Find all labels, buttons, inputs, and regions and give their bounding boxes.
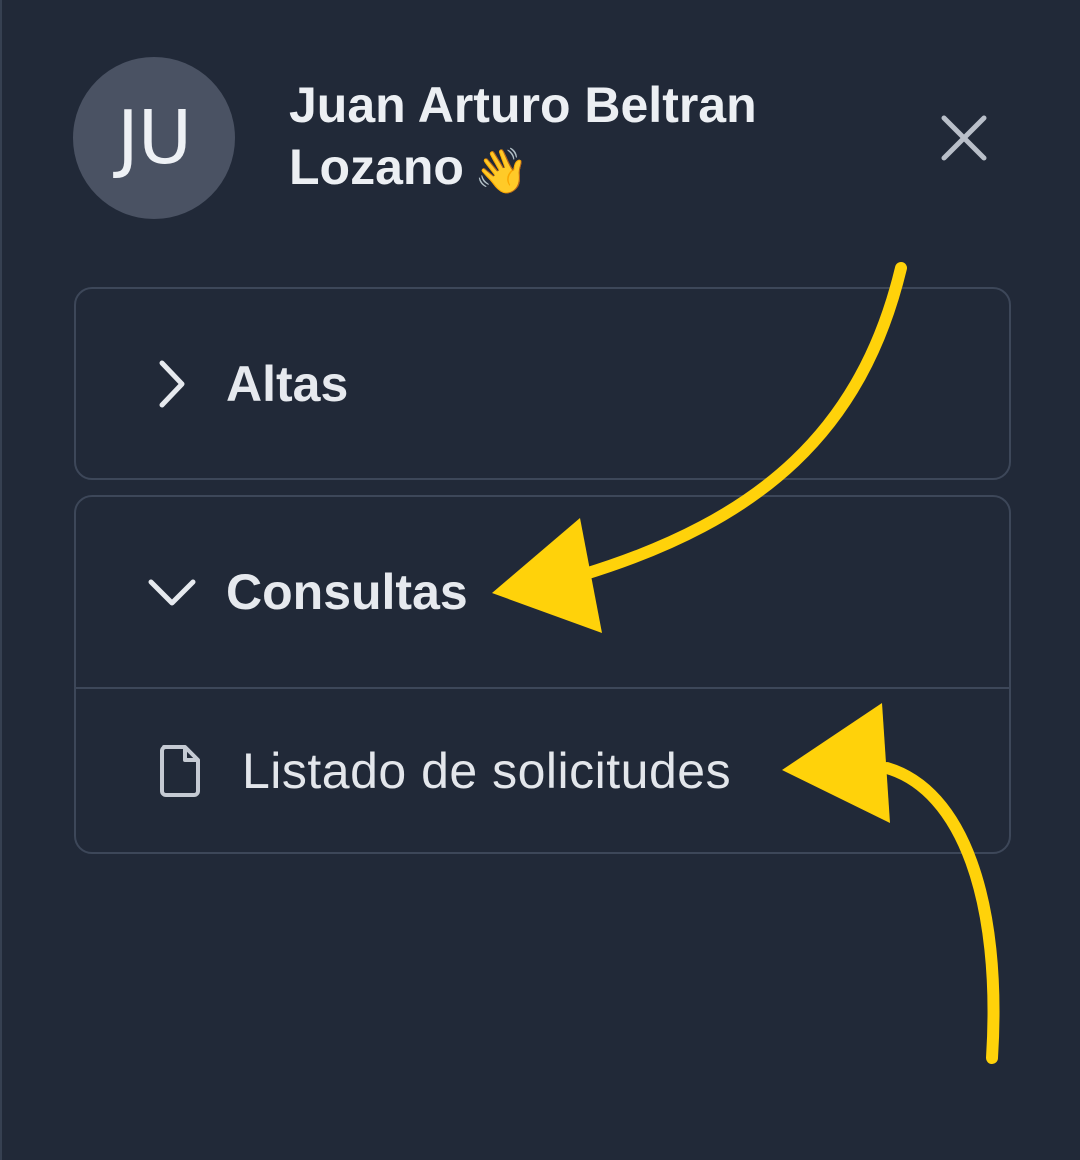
avatar: JU bbox=[73, 57, 235, 219]
menu-section-altas-header[interactable]: Altas bbox=[76, 289, 1009, 478]
close-icon bbox=[941, 115, 987, 161]
waving-hand-icon: 👋 bbox=[473, 147, 529, 196]
chevron-down-icon bbox=[144, 564, 200, 620]
document-icon bbox=[156, 743, 204, 799]
menu-section-label: Consultas bbox=[226, 564, 468, 620]
chevron-right-icon bbox=[144, 356, 200, 412]
user-name-line1: Juan Arturo Beltran bbox=[289, 77, 757, 133]
menu-section-consultas-header[interactable]: Consultas bbox=[76, 497, 1009, 689]
avatar-initials: JU bbox=[117, 95, 192, 181]
navigation-drawer: JU Juan Arturo Beltran Lozano 👋 Altas Co… bbox=[0, 0, 1080, 1160]
menu-section-altas: Altas bbox=[74, 287, 1011, 480]
user-name-line2-row: Lozano 👋 bbox=[289, 136, 849, 203]
close-button[interactable] bbox=[932, 106, 996, 170]
user-name-line2: Lozano bbox=[289, 139, 464, 195]
user-name: Juan Arturo Beltran Lozano 👋 bbox=[289, 74, 849, 203]
menu-item-listado-de-solicitudes[interactable]: Listado de solicitudes bbox=[76, 689, 1009, 852]
menu-section-label: Altas bbox=[226, 355, 349, 412]
menu-item-label: Listado de solicitudes bbox=[242, 742, 732, 799]
menu-section-consultas: Consultas Listado de solicitudes bbox=[74, 495, 1011, 854]
